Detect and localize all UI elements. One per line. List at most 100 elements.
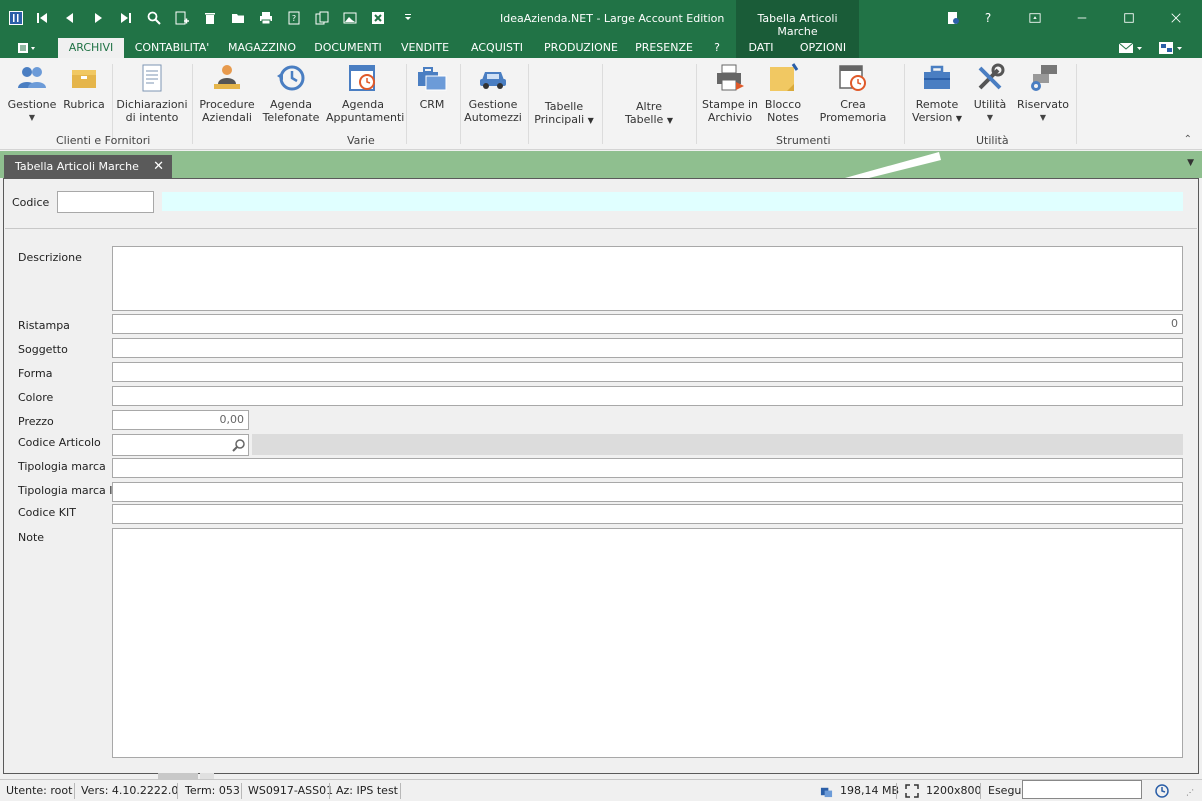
new-record-icon[interactable]: [172, 9, 192, 27]
dropdown-arrow-icon: ▼: [666, 116, 673, 125]
ribbon-label: Procedure: [199, 98, 255, 111]
note-label: Note: [18, 531, 45, 544]
window-layout-icon[interactable]: [1156, 38, 1186, 58]
box-icon: [72, 70, 96, 88]
delete-icon[interactable]: [200, 9, 220, 27]
tab-opzioni[interactable]: OPZIONI: [790, 38, 856, 58]
context-tab-title: Tabella Articoli Marche: [736, 0, 859, 38]
tab-archivi[interactable]: ARCHIVI: [58, 38, 124, 58]
first-record-icon[interactable]: [32, 9, 52, 27]
status-separator: [74, 783, 75, 799]
lookup-search-icon[interactable]: [232, 438, 246, 455]
search-icon[interactable]: [144, 9, 164, 27]
person-desk-icon: [214, 65, 240, 89]
last-record-icon[interactable]: [116, 9, 136, 27]
collapse-ribbon-icon[interactable]: ⌃: [1184, 134, 1192, 145]
execute-clock-icon[interactable]: [1154, 783, 1170, 801]
prezzo-label: Prezzo: [18, 415, 54, 428]
soggetto-input[interactable]: [112, 338, 1183, 358]
calendar-alarm-icon: [839, 65, 866, 91]
close-icon[interactable]: [1161, 7, 1191, 29]
document-tab-label: Tabella Articoli Marche: [15, 160, 139, 173]
status-separator: [980, 783, 981, 799]
riservato-button[interactable]: Riservato ▼: [1014, 62, 1072, 124]
ristampa-input[interactable]: 0: [112, 314, 1183, 334]
document-tab[interactable]: Tabella Articoli Marche ✕: [4, 155, 172, 178]
group-label-strumenti: Strumenti: [776, 134, 831, 147]
gear-network-icon: [1031, 65, 1057, 91]
prezzo-input[interactable]: 0,00: [112, 410, 249, 430]
crm-button[interactable]: CRM: [410, 62, 454, 111]
document-settings-icon[interactable]: [938, 7, 968, 29]
ribbon-label: Automezzi: [464, 111, 522, 124]
ribbon-label: Dichiarazioni: [116, 98, 188, 111]
blocco-notes-button[interactable]: Blocco Notes: [762, 62, 804, 124]
agenda-telefonate-button[interactable]: Agenda Telefonate: [260, 62, 322, 124]
folder-icon[interactable]: [228, 9, 248, 27]
tab-dati[interactable]: DATI: [736, 38, 786, 58]
fullscreen-icon[interactable]: [905, 784, 919, 801]
next-record-icon[interactable]: [88, 9, 108, 27]
tab-documenti[interactable]: DOCUMENTI: [308, 38, 388, 58]
codice-input[interactable]: [57, 191, 154, 213]
tabelle-principali-button[interactable]: Tabelle Principali ▼: [532, 100, 596, 127]
altre-tabelle-button[interactable]: Altre Tabelle ▼: [614, 100, 684, 127]
note-textarea[interactable]: [112, 528, 1183, 758]
maximize-icon[interactable]: [1114, 7, 1144, 29]
customize-toolbar-icon[interactable]: [398, 9, 418, 27]
tab-list-chevron-icon[interactable]: ▼: [1187, 158, 1194, 168]
stampe-archivio-button[interactable]: Stampe in Archivio: [700, 62, 760, 124]
tab-acquisti[interactable]: ACQUISTI: [462, 38, 532, 58]
mail-icon[interactable]: [1116, 38, 1146, 58]
remote-version-button[interactable]: Remote Version ▼: [908, 62, 966, 125]
tab-magazzino[interactable]: MAGAZZINO: [222, 38, 302, 58]
copy-icon[interactable]: [312, 9, 332, 27]
gestione-button[interactable]: Gestione ▼: [4, 62, 60, 124]
agenda-appuntamenti-button[interactable]: Agenda Appuntamenti: [326, 62, 404, 124]
ribbon-label: Version: [911, 111, 953, 124]
close-document-icon[interactable]: [368, 9, 388, 27]
descrizione-textarea[interactable]: [112, 246, 1183, 311]
tab-vendite[interactable]: VENDITE: [394, 38, 456, 58]
ribbon-label: Appuntamenti: [326, 111, 405, 124]
print-icon[interactable]: [256, 9, 276, 27]
dichiarazioni-button[interactable]: Dichiarazioni di intento: [116, 62, 188, 124]
tipologia-marca-input[interactable]: [112, 458, 1183, 478]
help-button[interactable]: ?: [973, 7, 1003, 29]
tab-help[interactable]: ?: [704, 38, 730, 58]
car-icon: [480, 72, 506, 89]
codice-articolo-input[interactable]: [112, 434, 249, 456]
colore-input[interactable]: [112, 386, 1183, 406]
ribbon-label: Utilità: [973, 98, 1007, 111]
file-menu-icon[interactable]: [12, 40, 42, 56]
dropdown-arrow-icon: ▼: [986, 113, 994, 122]
ribbon-display-icon[interactable]: [1020, 7, 1050, 29]
tipologia-marca-ie-input[interactable]: [112, 482, 1183, 502]
ribbon-separator: [1076, 64, 1077, 144]
status-separator: [177, 783, 178, 799]
tab-presenze[interactable]: PRESENZE: [630, 38, 698, 58]
codice-kit-input[interactable]: [112, 504, 1183, 524]
ribbon-separator: [696, 64, 697, 144]
crea-promemoria-button[interactable]: Crea Promemoria: [808, 62, 898, 124]
help-document-icon[interactable]: ?: [284, 9, 304, 27]
image-icon[interactable]: [340, 9, 360, 27]
app-logo-icon[interactable]: [6, 9, 26, 27]
ribbon-separator: [192, 64, 193, 144]
utilita-button[interactable]: Utilità ▼: [968, 62, 1012, 124]
rubrica-button[interactable]: Rubrica: [62, 62, 106, 111]
tab-contabilita[interactable]: CONTABILITA': [128, 38, 216, 58]
minimize-icon[interactable]: [1067, 7, 1097, 29]
close-tab-icon[interactable]: ✕: [153, 155, 164, 178]
ribbon-separator: [904, 64, 905, 144]
procedure-aziendali-button[interactable]: Procedure Aziendali: [196, 62, 258, 124]
resize-grip-icon[interactable]: ⋰: [1186, 788, 1194, 797]
group-label-clienti-fornitori: Clienti e Fornitori: [56, 134, 151, 147]
forma-input[interactable]: [112, 362, 1183, 382]
ristampa-label: Ristampa: [18, 319, 70, 332]
gestione-automezzi-button[interactable]: Gestione Automezzi: [464, 62, 522, 124]
ribbon: Gestione ▼ Rubrica Dichiarazioni di inte…: [0, 58, 1202, 150]
tab-produzione[interactable]: PRODUZIONE: [538, 38, 624, 58]
exec-input[interactable]: [1022, 780, 1142, 799]
previous-record-icon[interactable]: [60, 9, 80, 27]
